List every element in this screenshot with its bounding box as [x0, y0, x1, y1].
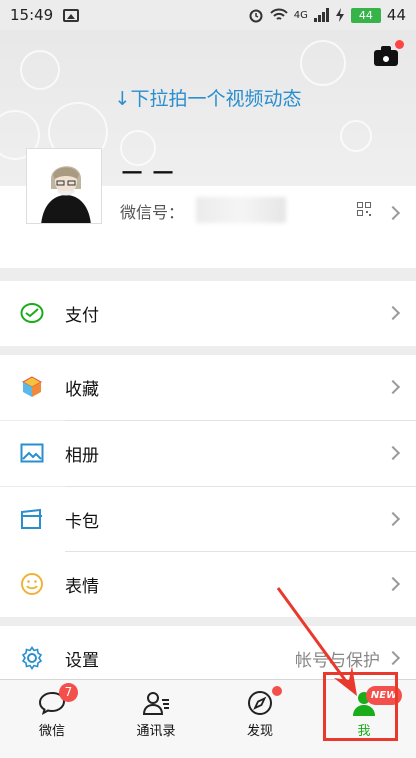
image-notification-icon [63, 8, 80, 22]
discover-dot [272, 686, 282, 696]
camera-notification-dot [395, 40, 404, 49]
card-icon [21, 508, 42, 529]
chevron-right-icon [385, 445, 401, 461]
menu-item-favorites[interactable]: 收藏 [0, 355, 416, 420]
bubble-decoration [340, 120, 372, 152]
wifi-icon [270, 8, 288, 20]
chevron-right-icon [385, 305, 401, 321]
pull-down-hint[interactable]: ↓下拉拍一个视频动态 [0, 84, 416, 111]
menu-item-card-wallet[interactable]: 卡包 [0, 487, 416, 552]
smiley-icon [21, 573, 43, 595]
menu-item-stickers[interactable]: 表情 [0, 552, 416, 617]
alarm-icon [249, 9, 263, 23]
network-type: 4G [293, 9, 308, 21]
menu-label: 相册 [65, 446, 99, 466]
charging-icon [335, 8, 344, 22]
status-number: 44 [386, 6, 406, 24]
unread-badge: 7 [59, 683, 78, 702]
menu-item-pay[interactable]: 支付 [0, 281, 416, 346]
tab-discover[interactable]: 发现 [208, 680, 312, 758]
annotation-highlight-box [323, 672, 398, 741]
menu-label: 表情 [65, 577, 99, 597]
nickname: 一 一 [122, 161, 175, 185]
menu-label: 收藏 [65, 380, 99, 400]
chevron-right-icon [385, 379, 401, 395]
chevron-right-icon [385, 205, 401, 221]
status-bar: 15:49 4G 44 44 [0, 0, 416, 30]
tab-label: 微信 [38, 724, 65, 739]
bubble-decoration [300, 40, 346, 86]
menu-label: 支付 [65, 306, 99, 326]
menu-label: 设置 [65, 651, 99, 671]
qr-code-icon[interactable] [357, 202, 371, 216]
menu-label: 卡包 [65, 512, 99, 532]
cube-icon [21, 376, 43, 397]
wechat-id-redacted [196, 197, 286, 223]
camera-icon[interactable] [374, 40, 404, 66]
picture-icon [20, 443, 44, 463]
gear-icon [21, 646, 43, 670]
avatar[interactable] [26, 148, 102, 224]
profile-card[interactable]: 一 一 微信号： [0, 148, 416, 268]
status-time: 15:49 [10, 6, 54, 24]
wallet-check-icon [20, 303, 44, 323]
tab-label: 发现 [246, 724, 273, 739]
chevron-right-icon [385, 511, 401, 527]
chevron-right-icon [385, 576, 401, 592]
battery-icon: 44 [350, 7, 381, 23]
tab-contacts[interactable]: 通讯录 [104, 680, 208, 758]
settings-subtitle: 帐号与保护 [295, 651, 380, 671]
tab-label: 通讯录 [136, 724, 176, 739]
chevron-right-icon [385, 650, 401, 666]
signal-icon [313, 8, 329, 22]
compass-icon [248, 691, 272, 715]
menu-item-album[interactable]: 相册 [0, 421, 416, 486]
contacts-icon [142, 692, 169, 715]
tab-chats[interactable]: 7 微信 [0, 680, 104, 758]
wechat-id-label: 微信号： [120, 203, 185, 222]
